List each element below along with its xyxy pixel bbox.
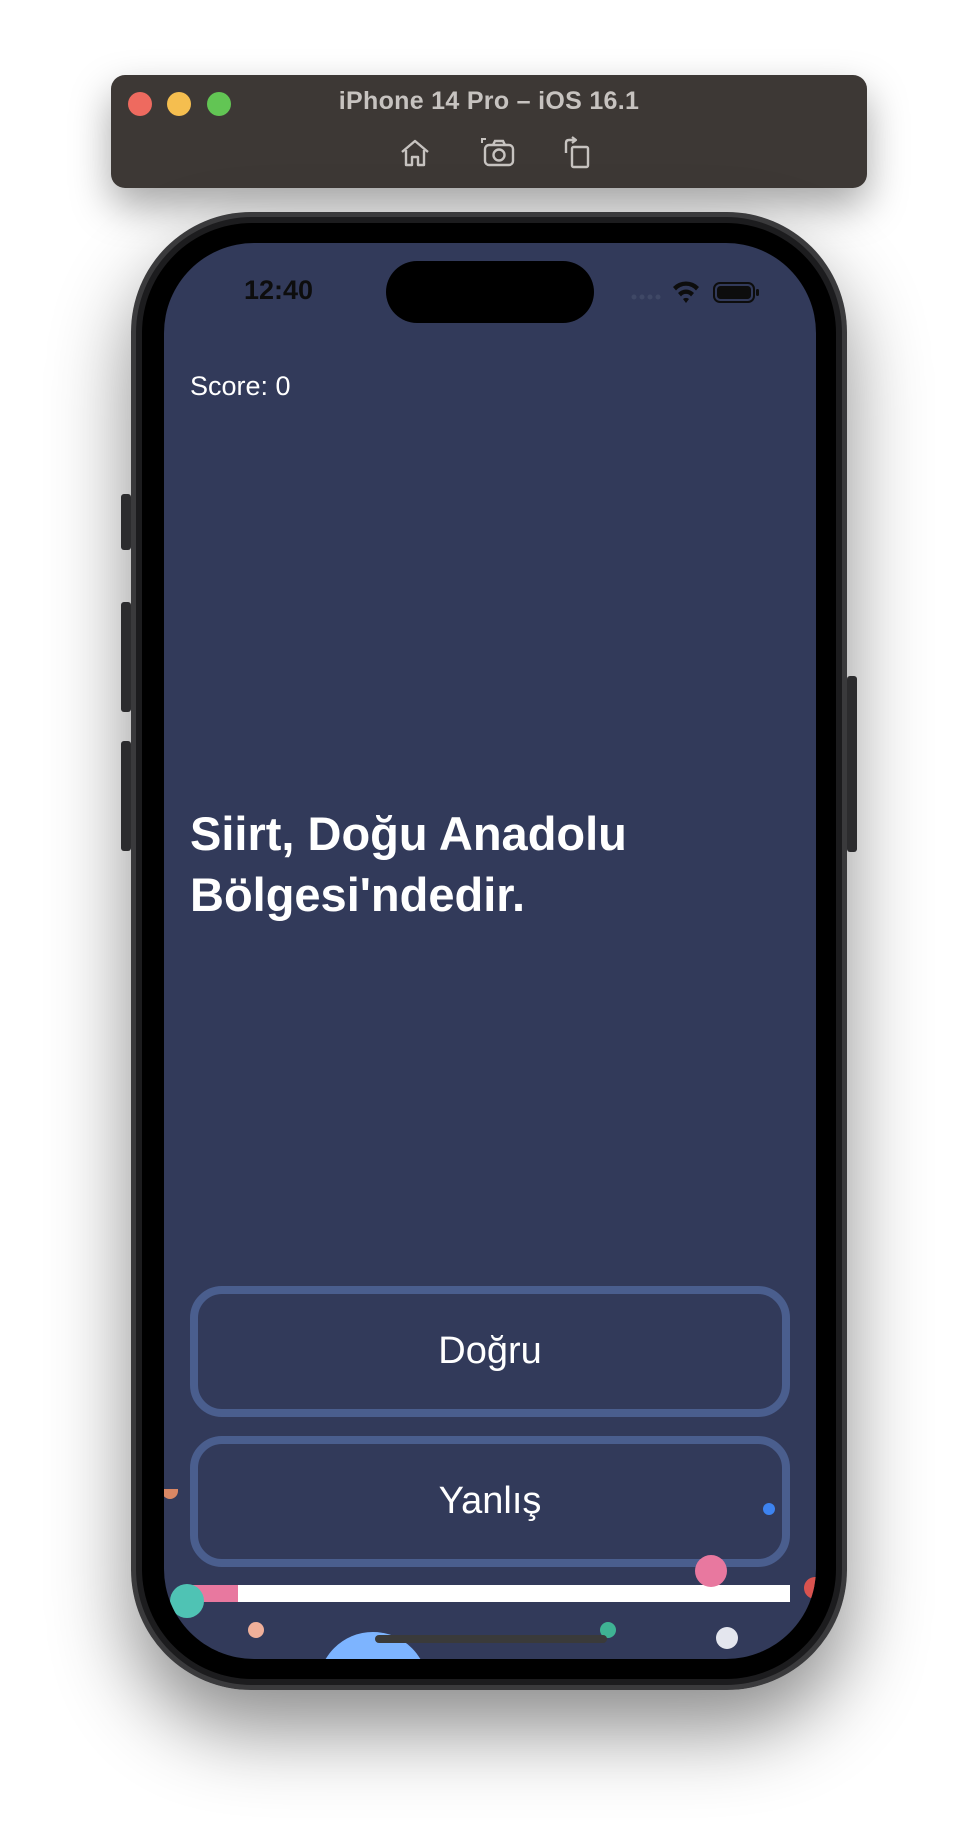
wifi-icon [673,281,699,303]
false-answer-button[interactable]: Yanlış [190,1436,790,1567]
home-icon[interactable] [395,133,435,173]
rotate-icon[interactable] [557,133,597,173]
confetti-piece [763,1503,775,1515]
confetti-piece [716,1627,738,1649]
action-button [121,494,131,550]
confetti-piece [248,1622,264,1638]
confetti-piece [170,1584,204,1618]
score-label: Score: 0 [190,371,291,401]
power-button [847,676,857,852]
status-icons [626,277,766,307]
home-indicator[interactable] [375,1635,607,1643]
cellular-icon [631,294,661,300]
confetti-piece [164,1489,178,1499]
confetti-piece [695,1555,727,1587]
battery-icon [713,282,759,303]
volume-down-button [121,741,131,851]
volume-up-button [121,602,131,712]
camera-icon[interactable] [479,133,519,173]
status-time: 12:40 [244,275,314,305]
dynamic-island [386,261,594,323]
confetti-piece [804,1577,816,1599]
true-answer-button[interactable]: Doğru [190,1286,790,1417]
simulator-title: iPhone 14 Pro – iOS 16.1 [338,87,640,115]
simulator-title-bar: iPhone 14 Pro – iOS 16.1 [111,75,867,188]
app-screen: 12:40 Score: 0 Siirt, Doğu Anadolu Bölge… [164,243,816,1659]
question-text: Siirt, Doğu Anadolu Bölgesi'ndedir. [190,807,627,921]
progress-bar [190,1585,790,1602]
